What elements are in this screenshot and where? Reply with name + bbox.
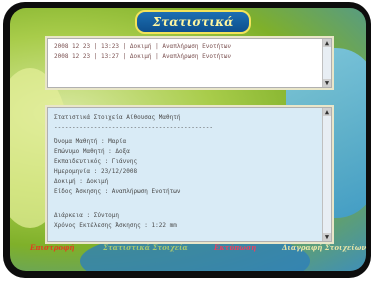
- log-list[interactable]: 2008 12 23 | 13:23 | Δοκιμή | Αναπλήρωση…: [47, 38, 332, 88]
- details-line: Είδος Άσκησης : Αναπλήρωση Ενοτήτων: [54, 188, 181, 195]
- delete-button[interactable]: Διαγραφή Στοιχείων: [282, 243, 366, 252]
- details-panel[interactable]: Στατιστικά Στοιχεία Αίθουσας Μαθητή ----…: [47, 107, 332, 242]
- details-line: Δοκιμή : Δοκιμή: [54, 178, 109, 185]
- scroll-down-icon[interactable]: ▼: [323, 79, 331, 87]
- print-button[interactable]: Εκτύπωση: [214, 243, 256, 252]
- details-line: Εκπαιδευτικός : Γιάννης: [54, 158, 138, 165]
- details-heading: Στατιστικά Στοιχεία Αίθουσας Μαθητή: [54, 114, 181, 121]
- log-entry[interactable]: 2008 12 23 | 13:27 | Δοκιμή | Αναπλήρωση…: [54, 53, 231, 60]
- scroll-up-icon[interactable]: ▲: [323, 39, 331, 47]
- details-line: Ημερομηνία : 23/12/2008: [54, 168, 138, 175]
- details-button[interactable]: Στατιστικά Στοιχεία: [103, 243, 188, 252]
- details-scrollbar[interactable]: ▲ ▼: [322, 108, 331, 241]
- log-scrollbar[interactable]: ▲ ▼: [322, 39, 331, 87]
- details-line: Διάρκεια : Σύντομη: [54, 212, 120, 219]
- log-entry[interactable]: 2008 12 23 | 13:23 | Δοκιμή | Αναπλήρωση…: [54, 43, 231, 50]
- details-line: Χρόνος Εκτέλεσης Άσκησης : 1:22 mm: [54, 222, 177, 229]
- details-divider: ----------------------------------------…: [54, 124, 213, 131]
- scroll-down-icon[interactable]: ▼: [323, 233, 331, 241]
- details-line: Όνομα Μαθητή : Μαρία: [54, 138, 127, 145]
- back-button[interactable]: Επιστροφή: [30, 243, 74, 252]
- details-line: Επώνυμο Μαθητή : Δοξα: [54, 148, 130, 155]
- page-title: Στατιστικά Στοιχεία: [135, 10, 251, 49]
- scroll-up-icon[interactable]: ▲: [323, 108, 331, 116]
